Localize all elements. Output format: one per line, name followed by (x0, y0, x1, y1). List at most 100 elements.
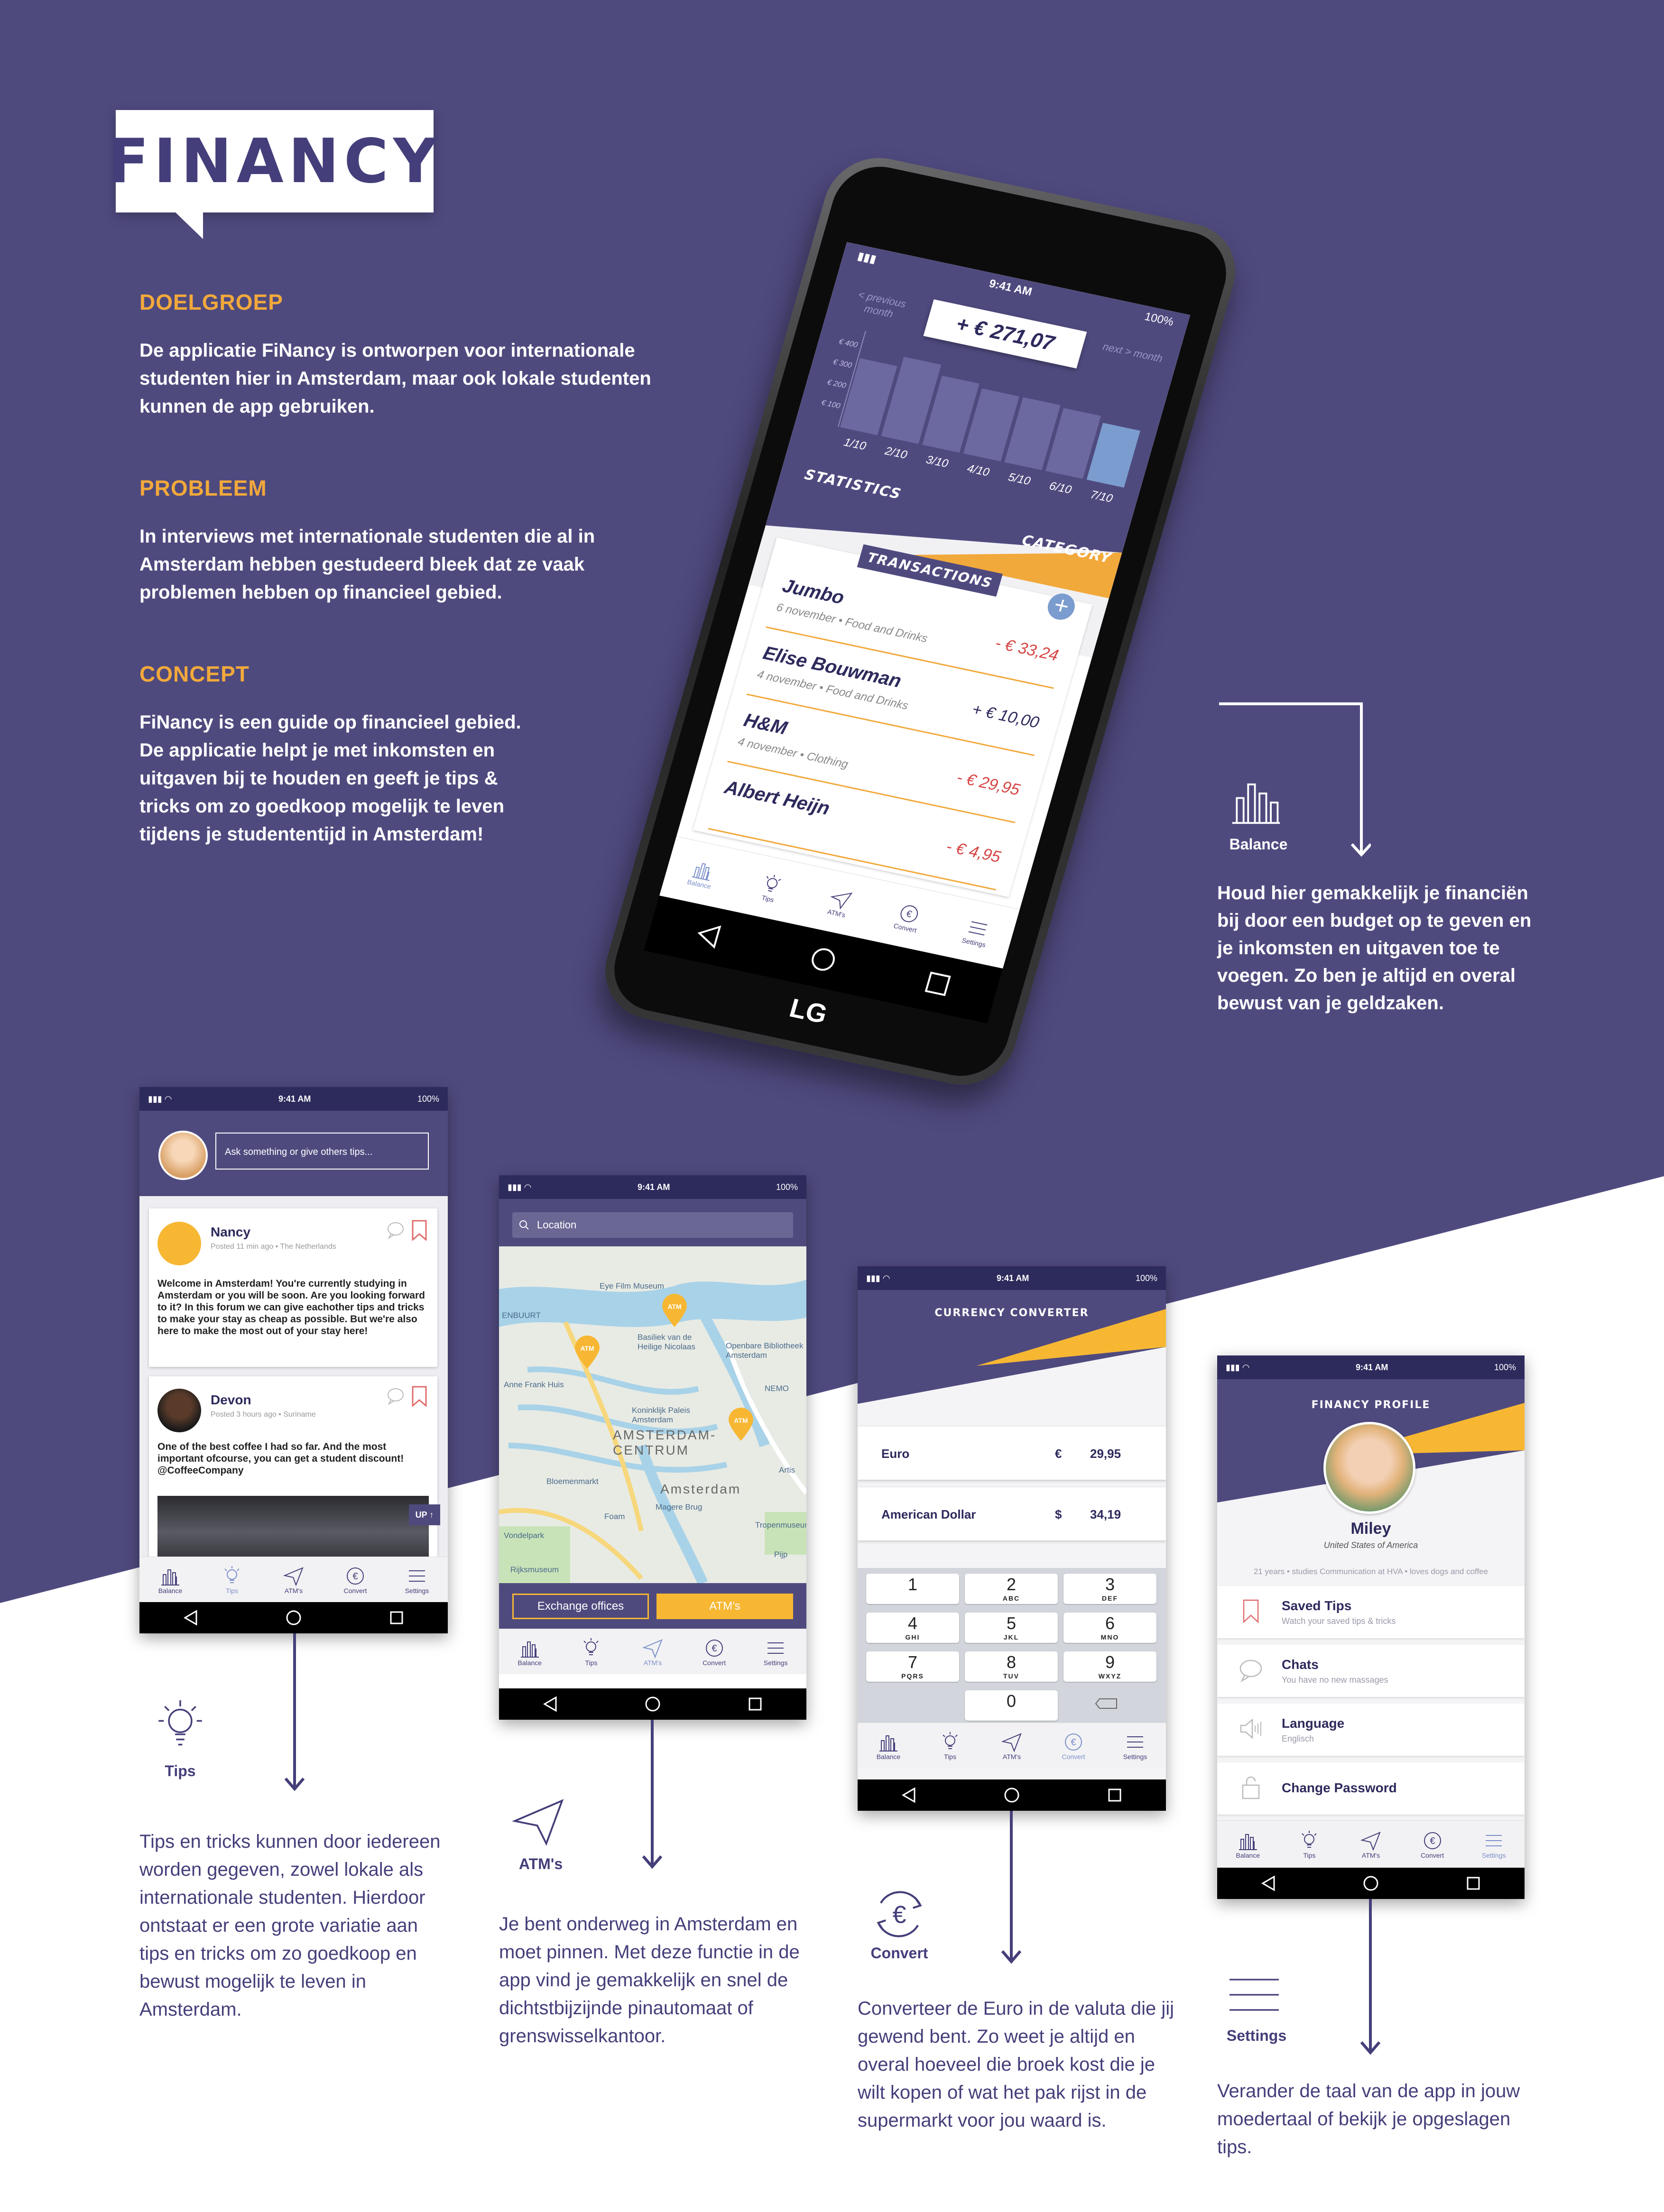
home-icon[interactable] (1002, 1786, 1021, 1805)
back-icon[interactable] (899, 1786, 918, 1805)
keypad-key[interactable]: 4 GHI (866, 1613, 959, 1643)
map-view[interactable]: Eye Film Museum ENBUURT Basiliek van de He… (499, 1246, 806, 1583)
nav-tips[interactable]: Tips (561, 1637, 622, 1667)
keypad-key[interactable]: 9 WXYZ (1063, 1651, 1156, 1682)
nav-settings[interactable]: Settings (938, 911, 1015, 954)
settings-feature-label: Settings (1226, 2027, 1287, 2044)
nav-tips[interactable]: Tips (919, 1731, 981, 1760)
nav-convert[interactable]: € Convert (1043, 1731, 1104, 1760)
keypad-key[interactable]: 8 TUV (965, 1651, 1058, 1682)
profile-avatar[interactable] (1323, 1422, 1415, 1514)
map-label: NEMO (765, 1384, 789, 1393)
key-number: 7 (907, 1652, 918, 1672)
language-row[interactable]: Language Englisch (1217, 1704, 1525, 1756)
saved-tips-row[interactable]: Saved Tips Watch your saved tips & trick… (1217, 1586, 1525, 1638)
nav-convert[interactable]: € Convert (684, 1637, 745, 1667)
menu-icon (1486, 1835, 1502, 1846)
nav-balance[interactable]: Balance (1217, 1830, 1279, 1859)
atms-button[interactable]: ATM's (656, 1594, 793, 1619)
home-icon[interactable] (1361, 1874, 1380, 1893)
x-tick-label: 6/10 (1048, 479, 1073, 497)
profile-country: United States of America (1323, 1540, 1418, 1550)
x-tick-label: 1/10 (842, 436, 868, 453)
nav-balance[interactable]: Balance (858, 1731, 919, 1760)
backspace-key[interactable] (1076, 1689, 1142, 1718)
nav-tips[interactable]: Tips (1279, 1830, 1340, 1859)
ask-header: Ask something or give others tips... (139, 1111, 448, 1196)
currency-row-dollar[interactable]: American Dollar $ 34,19 (858, 1487, 1166, 1540)
recents-icon[interactable] (921, 968, 954, 1000)
ask-input[interactable]: Ask something or give others tips... (215, 1133, 429, 1170)
nav-convert[interactable]: € Convert (870, 896, 947, 939)
home-icon[interactable] (806, 944, 840, 975)
nav-settings[interactable]: Settings (745, 1637, 806, 1667)
keypad-key[interactable]: 3 DEF (1063, 1574, 1156, 1604)
nav-atms[interactable]: ATM's (622, 1637, 684, 1667)
status-battery: 100% (1135, 1273, 1157, 1283)
atm-pin[interactable]: ATM (727, 1408, 755, 1444)
logo-speech-tail (175, 212, 203, 239)
back-icon[interactable] (541, 1695, 560, 1714)
chats-row[interactable]: Chats You have no new massages (1217, 1645, 1525, 1697)
currency-row-euro[interactable]: Euro € 29,95 (858, 1427, 1166, 1480)
bookmark-icon[interactable] (411, 1220, 428, 1241)
nav-convert[interactable]: € Convert (1402, 1830, 1463, 1859)
svg-text:€: € (712, 1643, 717, 1654)
post-author: Devon (211, 1392, 251, 1407)
chat-bubble-icon[interactable] (386, 1387, 405, 1406)
nav-balance[interactable]: Balance (139, 1565, 201, 1594)
atm-pin[interactable]: ATM (573, 1336, 601, 1372)
location-search-input[interactable]: Location (512, 1212, 793, 1238)
svg-text:€: € (892, 1901, 906, 1928)
keypad-key[interactable]: 5 JKL (965, 1613, 1058, 1643)
menu-icon (767, 1642, 784, 1654)
nav-balance[interactable]: Balance (664, 852, 740, 895)
keypad-key[interactable]: 7 PQRS (866, 1651, 959, 1682)
change-password-row[interactable]: Change Password (1217, 1762, 1525, 1815)
nav-label: Balance (158, 1586, 183, 1594)
recents-icon[interactable] (746, 1695, 765, 1714)
bookmark-icon[interactable] (411, 1386, 428, 1407)
key-letters: TUV (1003, 1672, 1019, 1680)
section-body: De applicatie FiNancy is ontworpen voor … (139, 340, 651, 417)
chat-bubble-icon[interactable] (386, 1221, 405, 1240)
nav-settings[interactable]: Settings (1104, 1731, 1166, 1760)
key-number: 6 (1105, 1613, 1115, 1633)
row-title: Change Password (1282, 1780, 1397, 1795)
nav-atms[interactable]: ATM's (801, 881, 878, 924)
recents-icon[interactable] (1105, 1786, 1124, 1805)
navigation-arrow-icon (1360, 1832, 1381, 1851)
nav-atms[interactable]: ATM's (1340, 1830, 1402, 1859)
bottom-nav: Balance Tips ATM's € Convert Settings (139, 1557, 448, 1602)
keypad-key[interactable]: 1 (866, 1574, 959, 1604)
keypad-key[interactable]: 2 ABC (965, 1574, 1058, 1604)
nav-convert[interactable]: € Convert (324, 1565, 386, 1594)
nav-settings[interactable]: Settings (386, 1565, 448, 1594)
balance-icon (520, 1641, 539, 1658)
nav-tips[interactable]: Tips (732, 867, 809, 910)
keypad-key[interactable]: 0 (965, 1690, 1058, 1721)
nav-tips[interactable]: Tips (201, 1565, 263, 1594)
currency-value: 29,95 (1090, 1447, 1121, 1461)
map-label: Pijp (774, 1550, 788, 1559)
back-icon[interactable] (1259, 1874, 1278, 1893)
back-icon[interactable] (181, 1608, 200, 1627)
nav-atms[interactable]: ATM's (263, 1565, 324, 1594)
map-label: Artis (779, 1465, 795, 1475)
nav-settings[interactable]: Settings (1463, 1830, 1525, 1859)
up-button[interactable]: UP ↑ (409, 1504, 440, 1525)
recents-icon[interactable] (1464, 1874, 1483, 1893)
nav-atms[interactable]: ATM's (981, 1731, 1043, 1760)
atm-pin[interactable]: ATM (660, 1294, 689, 1330)
recents-icon[interactable] (387, 1608, 406, 1627)
nav-label: Tips (585, 1659, 598, 1667)
keypad-key[interactable]: 6 MNO (1063, 1613, 1156, 1643)
nav-balance[interactable]: Balance (499, 1637, 561, 1667)
home-icon[interactable] (643, 1695, 662, 1714)
exchange-offices-button[interactable]: Exchange offices (512, 1594, 649, 1619)
signal-icon: ▮▮▮ ◠ (1226, 1362, 1250, 1372)
home-icon[interactable] (284, 1608, 303, 1627)
speaker-icon (1240, 1718, 1261, 1739)
key-letters: PQRS (901, 1672, 924, 1680)
back-icon[interactable] (692, 920, 725, 951)
